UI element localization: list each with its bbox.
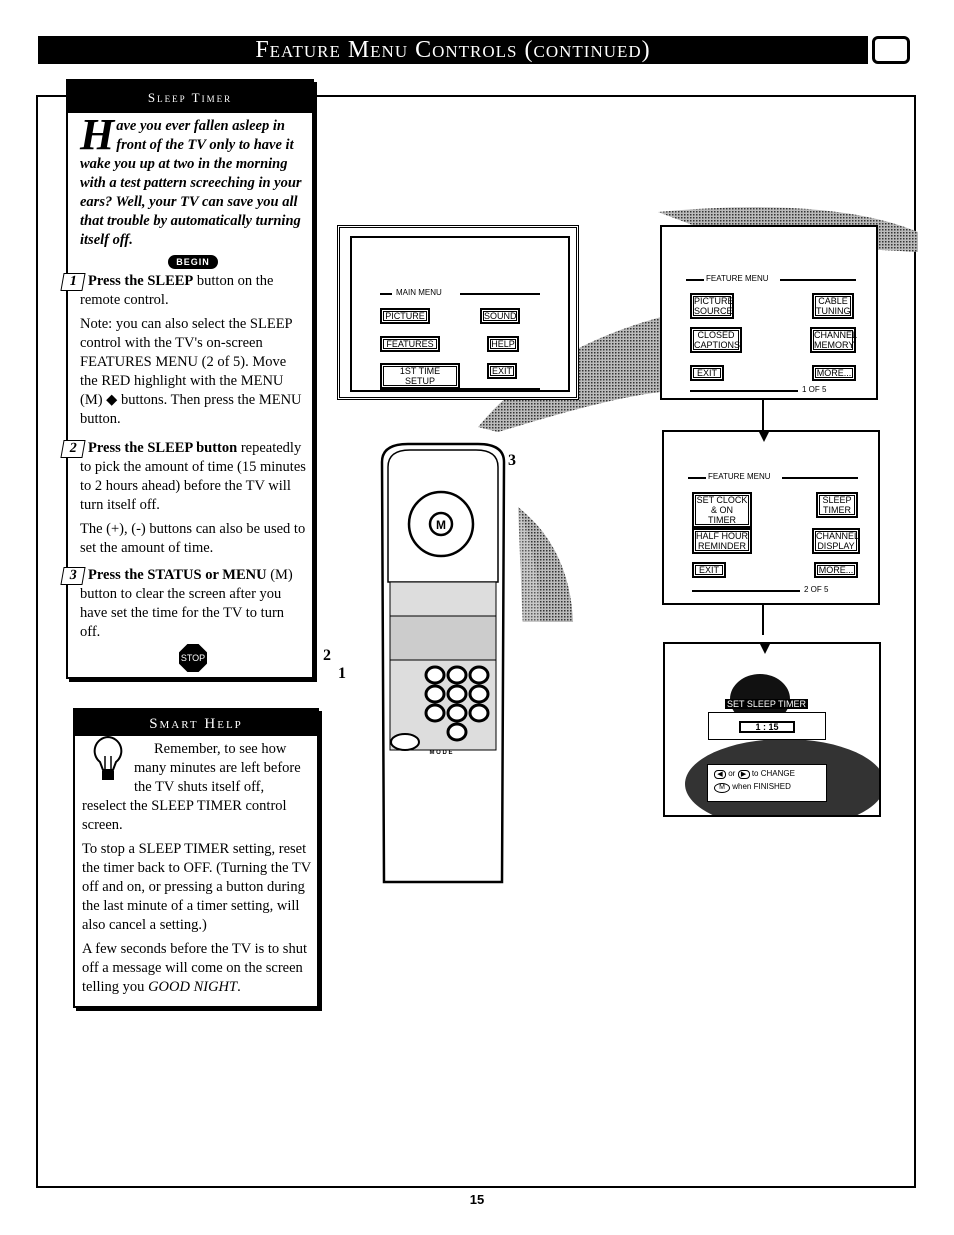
help-p3-end: .: [237, 979, 241, 995]
sleep-timer-panel: Sleep Timer Have you ever fallen asleep …: [60, 79, 314, 679]
step-2-note: The (+), (-) buttons can also be used to…: [80, 521, 306, 556]
step-1-badge: 1: [60, 273, 86, 291]
step-3: 3 Press the STATUS or MENU (M) button to …: [60, 566, 306, 642]
value-panel: 1 : 15: [708, 712, 826, 740]
feature-menu-1-screen: FEATURE MENU PICTURE SOURCE CABLE TUNING…: [660, 225, 878, 400]
smart-help-panel: Smart Help Remember, to see how many min…: [73, 708, 319, 1008]
menu-item-cable-tuning[interactable]: CABLE TUNING: [812, 293, 854, 319]
menu-item-more[interactable]: MORE...: [814, 562, 858, 578]
left-button-icon: ◀: [714, 770, 726, 779]
connector-arrow: [762, 605, 764, 635]
change-hint: to CHANGE: [751, 769, 795, 778]
menu-item-sound[interactable]: SOUND: [480, 308, 520, 324]
drop-cap: H: [80, 110, 115, 159]
intro-text: Have you ever fallen asleep in front of …: [80, 110, 306, 250]
step-1-title: Press the SLEEP: [88, 273, 194, 289]
screen-title: SET SLEEP TIMER: [725, 699, 809, 709]
hint-panel: ◀ or ▶ to CHANGE M when FINISHED: [707, 764, 827, 802]
step-1-note: Note: you can also select the SLEEP cont…: [80, 316, 302, 427]
step-2: 2 Press the SLEEP button repeatedly to pi…: [60, 439, 306, 515]
menu-item-1st-time-setup[interactable]: 1ST TIME SETUP: [380, 363, 460, 389]
menu-item-exit[interactable]: EXIT: [692, 562, 726, 578]
tv-icon: [872, 36, 910, 64]
page-indicator: 1 OF 5: [802, 385, 827, 394]
sleep-time-value: 1 : 15: [739, 721, 795, 733]
step-2-title: Press the SLEEP button: [88, 440, 238, 456]
smart-help-heading: Smart Help: [75, 710, 317, 736]
feature-menu-2-screen: FEATURE MENU SET CLOCK & ON TIMER SLEEP …: [662, 430, 880, 605]
down-arrow-icon: [760, 644, 770, 654]
feature-menu-2-title: FEATURE MENU: [708, 472, 771, 481]
menu-item-exit[interactable]: EXIT: [690, 365, 724, 381]
sleep-timer-heading: Sleep Timer: [68, 81, 312, 113]
menu-item-picture-source[interactable]: PICTURE SOURCE: [690, 293, 734, 319]
menu-item-half-hour-reminder[interactable]: HALF HOUR REMINDER: [692, 528, 752, 554]
step-2-badge: 2: [60, 440, 86, 458]
menu-item-exit[interactable]: EXIT: [487, 363, 517, 379]
menu-item-more[interactable]: MORE...: [812, 365, 856, 381]
callout-1: 1: [338, 665, 346, 682]
page-title: Feature Menu Controls (continued): [38, 36, 868, 64]
main-menu-screen: MAIN MENU PICTURE SOUND FEATURES HELP 1S…: [337, 225, 579, 400]
menu-item-channel-display[interactable]: CHANNEL DISPLAY: [812, 528, 860, 554]
menu-button-icon: M: [714, 783, 730, 793]
feature-menu-1-title: FEATURE MENU: [706, 274, 769, 283]
callout-2: 2: [323, 647, 331, 664]
connector-arrow: [762, 400, 764, 430]
callout-3: 3: [508, 452, 516, 469]
help-p3: A few seconds before the TV is to shut o…: [82, 940, 311, 997]
menu-item-sleep-timer[interactable]: SLEEP TIMER: [816, 492, 858, 518]
lightbulb-icon: [88, 734, 128, 782]
or-text: or: [728, 769, 736, 778]
menu-item-channel-memory[interactable]: CHANNEL MEMORY: [810, 327, 857, 353]
svg-text:M: M: [436, 518, 446, 532]
begin-icon: BEGIN: [168, 255, 218, 269]
step-3-title: Press the STATUS or MENU: [88, 567, 267, 583]
menu-item-closed-captions[interactable]: CLOSED CAPTIONS: [690, 327, 742, 353]
svg-text:M O D E: M O D E: [429, 750, 452, 756]
down-arrow-icon: [759, 432, 769, 442]
finished-hint: when FINISHED: [732, 782, 791, 791]
menu-item-help[interactable]: HELP: [487, 336, 519, 352]
good-night-text: GOOD NIGHT: [148, 979, 238, 995]
page-indicator: 2 OF 5: [804, 585, 829, 594]
help-p2: To stop a SLEEP TIMER setting, reset the…: [82, 841, 311, 933]
step-1: 1 Press the SLEEP button on the remote co…: [60, 272, 306, 310]
menu-item-features[interactable]: FEATURES: [380, 336, 440, 352]
right-button-icon: ▶: [737, 770, 750, 779]
main-menu-title: MAIN MENU: [396, 288, 442, 297]
remote-control: M M O D E: [380, 442, 506, 884]
menu-item-picture[interactable]: PICTURE: [380, 308, 430, 324]
step-3-badge: 3: [60, 567, 86, 585]
menu-item-set-clock[interactable]: SET CLOCK & ON TIMER: [692, 492, 752, 528]
content-frame: Sleep Timer Have you ever fallen asleep …: [36, 79, 918, 1188]
page-number: 15: [469, 1192, 485, 1207]
sleep-timer-screen: SET SLEEP TIMER 1 : 15 ◀ or ▶ to CHANGE …: [663, 642, 881, 817]
stop-sign-icon: STOP: [179, 644, 207, 672]
